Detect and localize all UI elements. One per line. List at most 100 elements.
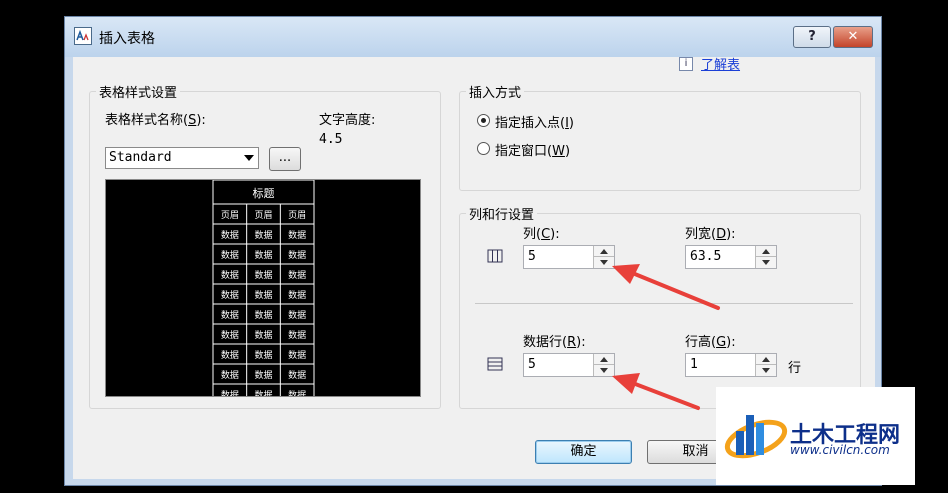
preview-data-cell: 数据: [288, 329, 306, 341]
learn-more-link[interactable]: 了解表: [701, 54, 740, 73]
preview-data-cell: 数据: [221, 389, 239, 396]
row-height-spinner[interactable]: 1: [685, 353, 777, 377]
columns-increment-button[interactable]: [594, 246, 614, 257]
label-text: 数据行(: [523, 335, 568, 350]
data-rows-increment-button[interactable]: [594, 354, 614, 365]
data-rows-spin-buttons: [593, 354, 614, 376]
columns-icon: [487, 249, 503, 263]
preview-data-cell: 数据: [221, 309, 239, 321]
preview-data-cell: 数据: [254, 289, 272, 301]
chevron-down-icon: [244, 155, 254, 161]
preview-data-cell: 数据: [254, 329, 272, 341]
table-style-value: Standard: [109, 150, 172, 165]
row-height-increment-button[interactable]: [756, 354, 776, 365]
row-height-spin-buttons: [755, 354, 776, 376]
column-width-spin-buttons: [755, 246, 776, 268]
preview-data-cell: 数据: [288, 249, 306, 261]
preview-data-cell: 数据: [254, 309, 272, 321]
close-button[interactable]: ✕: [833, 26, 873, 48]
title-bar[interactable]: 插入表格 ? ✕: [65, 17, 881, 57]
columns-label: 列(C):: [523, 223, 560, 242]
table-preview-graphic: 标题页眉 页眉 页眉数据 数据 数据数据 数据 数据数据 数据 数据数据 数据 数据数据 数据 数据数据…: [212, 179, 315, 405]
table-style-select[interactable]: Standard: [105, 147, 259, 169]
columns-decrement-button[interactable]: [594, 257, 614, 268]
dialog-title: 插入表格: [99, 31, 155, 47]
preview-title-text: 标题: [253, 186, 275, 200]
column-width-increment-button[interactable]: [756, 246, 776, 257]
label-suffix: ):: [726, 227, 736, 242]
preview-header-cell: 页眉: [288, 210, 306, 221]
preview-data-cell: 数据: [254, 269, 272, 281]
row-height-label: 行高(G):: [685, 331, 736, 350]
label-text: 指定插入点(: [495, 116, 566, 131]
preview-data-cell: 数据: [288, 289, 306, 301]
app-icon: [74, 27, 92, 45]
label-text: 列宽(: [685, 227, 717, 242]
column-row-group: 列和行设置: [459, 204, 861, 409]
preview-data-cell: 数据: [288, 309, 306, 321]
label-suffix: ): [564, 144, 571, 159]
column-row-separator: [475, 303, 853, 304]
label-text: 指定窗口(: [495, 144, 553, 159]
table-style-group-title: 表格样式设置: [96, 82, 181, 101]
data-rows-spinner[interactable]: 5: [523, 353, 615, 377]
radio-insert-point[interactable]: [477, 114, 490, 127]
rows-icon: [487, 357, 503, 371]
columns-value: 5: [528, 249, 536, 264]
preview-data-cell: 数据: [221, 369, 239, 381]
label-suffix: ):: [726, 335, 736, 350]
label-key: G: [716, 335, 727, 350]
label-key: C: [541, 227, 551, 242]
label-suffix: ):: [550, 227, 560, 242]
preview-data-cell: 数据: [221, 329, 239, 341]
table-preview: 标题 页眉 页眉 页眉 数据 数据 数据 数据 数据 数据 数据 数据 数据 数据 数据 数据 数据 数据 数据 数据…: [105, 179, 421, 405]
column-width-spinner[interactable]: 63.5: [685, 245, 777, 269]
radio-window[interactable]: [477, 142, 490, 155]
preview-data-cell: 数据: [254, 389, 272, 396]
label-text: 行高(: [685, 335, 717, 350]
label-suffix: ): [568, 116, 574, 131]
insert-method-group-title: 插入方式: [466, 82, 525, 101]
column-width-decrement-button[interactable]: [756, 257, 776, 268]
data-rows-decrement-button[interactable]: [594, 365, 614, 376]
column-width-value: 63.5: [690, 249, 722, 264]
text-height-label: 文字高度:: [319, 113, 376, 128]
label-key: D: [716, 227, 727, 242]
preview-data-cell: 数据: [254, 349, 272, 361]
preview-data-cell: 数据: [254, 229, 272, 241]
watermark-url: www.civilcn.com: [790, 443, 890, 457]
column-row-group-title: 列和行设置: [466, 204, 538, 223]
label-suffix: ):: [576, 335, 586, 350]
preview-data-cell: 数据: [221, 289, 239, 301]
building-logo-icon: [724, 415, 788, 459]
data-rows-value: 5: [528, 357, 536, 372]
row-height-value: 1: [690, 357, 698, 372]
label-key: R: [567, 335, 577, 350]
preview-data-cell: 数据: [254, 249, 272, 261]
preview-header-cell: 页眉: [254, 210, 272, 221]
columns-spin-buttons: [593, 246, 614, 268]
label-key: W: [552, 144, 565, 159]
radio-insert-point-label[interactable]: 指定插入点(I): [495, 112, 574, 131]
row-unit-label: 行: [788, 361, 802, 376]
preview-data-cell: 数据: [254, 369, 272, 381]
preview-data-cell: 数据: [221, 249, 239, 261]
watermark-logo: 土木工程网 www.civilcn.com: [716, 387, 915, 485]
preview-data-cell: 数据: [288, 369, 306, 381]
preview-data-cell: 数据: [288, 389, 306, 396]
ok-button[interactable]: 确定: [535, 440, 632, 464]
preview-data-cell: 数据: [221, 269, 239, 281]
columns-spinner[interactable]: 5: [523, 245, 615, 269]
table-style-name-label: 表格样式名称(S):: [105, 109, 206, 128]
radio-window-label[interactable]: 指定窗口(W): [495, 140, 570, 159]
preview-data-cell: 数据: [288, 349, 306, 361]
help-button[interactable]: ?: [793, 26, 831, 48]
preview-data-cell: 数据: [288, 269, 306, 281]
preview-data-cell: 数据: [221, 349, 239, 361]
preview-header-cell: 页眉: [221, 210, 239, 221]
row-height-decrement-button[interactable]: [756, 365, 776, 376]
preview-data-cell: 数据: [288, 229, 306, 241]
browse-style-button[interactable]: ...: [269, 147, 301, 171]
data-rows-label: 数据行(R):: [523, 331, 586, 350]
label-text: 表格样式名称(: [105, 113, 189, 128]
